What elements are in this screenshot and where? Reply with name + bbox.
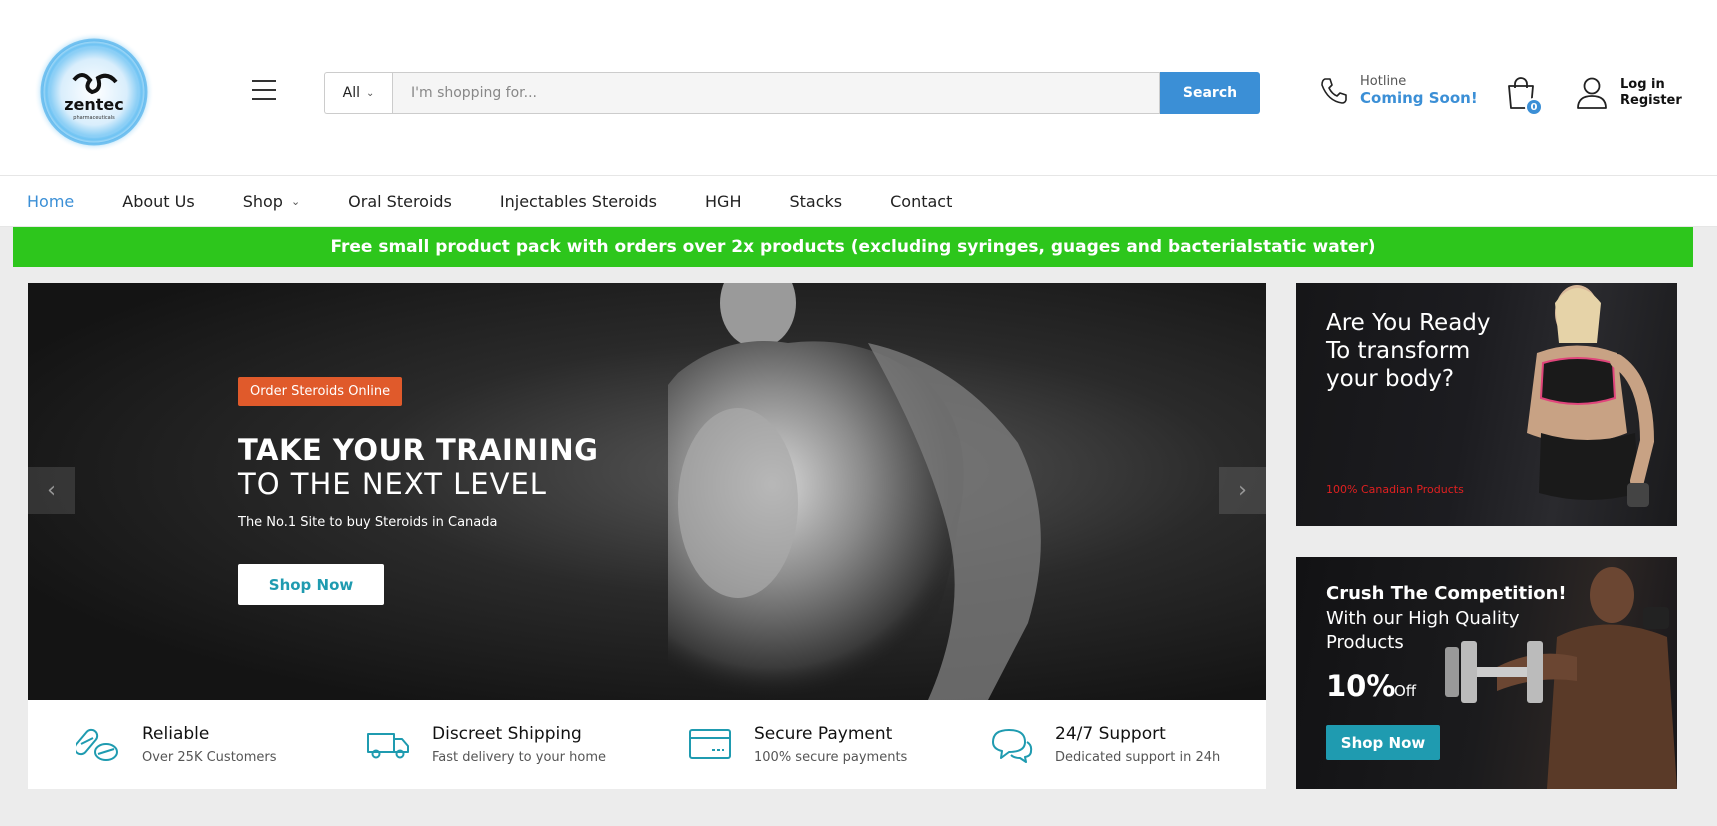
nav-label: Home xyxy=(27,191,75,211)
main-nav: Home About Us Shop ⌄ Oral Steroids Inject… xyxy=(0,175,1717,227)
banner2-shop-now-button[interactable]: Shop Now xyxy=(1326,725,1440,760)
slide-title-line1: TAKE YOUR TRAINING xyxy=(238,433,599,467)
chevron-down-icon: ⌄ xyxy=(290,194,301,208)
user-icon xyxy=(1577,77,1607,109)
feature-title: Secure Payment xyxy=(754,723,893,744)
search-category-select[interactable]: All ⌄ xyxy=(324,72,392,114)
slide-badge: Order Steroids Online xyxy=(238,377,403,406)
banner1-title: Are You Ready To transform your body? xyxy=(1326,310,1491,392)
hero-slider: Order Steroids Online TAKE YOUR TRAINING… xyxy=(28,283,1266,700)
chevron-down-icon: ⌄ xyxy=(365,87,375,99)
feature-desc: Over 25K Customers xyxy=(142,749,277,765)
slider-next-arrow-icon[interactable]: › xyxy=(1219,467,1266,514)
feature-title: Reliable xyxy=(142,723,210,744)
feature-support: 24/7 Support Dedicated support in 24h xyxy=(989,722,1220,766)
nav-item-contact[interactable]: Contact xyxy=(890,192,952,211)
bodybuilder-image xyxy=(668,283,1041,700)
feature-secure-payment: Secure Payment 100% secure payments xyxy=(688,722,907,766)
nav-label: Oral Steroids xyxy=(348,191,452,211)
chat-icon xyxy=(992,729,1033,763)
svg-text:zentec: zentec xyxy=(64,95,124,114)
slide-subtitle: The No.1 Site to buy Steroids in Canada xyxy=(238,515,498,530)
nav-item-hgh[interactable]: HGH xyxy=(705,192,741,211)
nav-item-oral-steroids[interactable]: Oral Steroids xyxy=(348,192,452,211)
nav-item-about-us[interactable]: About Us xyxy=(122,192,194,211)
nav-label: Contact xyxy=(890,191,953,211)
search-input[interactable] xyxy=(392,72,1160,114)
credit-card-icon xyxy=(689,729,731,759)
nav-item-stacks[interactable]: Stacks xyxy=(789,192,842,211)
feature-desc: Dedicated support in 24h xyxy=(1055,749,1221,765)
site-logo[interactable]: zentec pharmaceuticals xyxy=(30,30,160,155)
login-link[interactable]: Log in xyxy=(1620,77,1682,93)
nav-label: HGH xyxy=(705,191,742,211)
nav-item-home[interactable]: Home xyxy=(27,192,74,211)
feature-title: 24/7 Support xyxy=(1055,723,1166,744)
truck-icon xyxy=(367,733,409,759)
menu-hamburger-icon[interactable] xyxy=(252,80,280,102)
banner-transform-body[interactable]: Are You Ready To transform your body? 10… xyxy=(1296,283,1677,526)
banner2-title: Crush The Competition! xyxy=(1326,583,1567,604)
nav-label: Shop xyxy=(242,191,283,211)
nav-label: Stacks xyxy=(789,191,843,211)
hotline: Hotline Coming Soon! xyxy=(1318,74,1478,107)
cart-button[interactable]: 0 xyxy=(1505,76,1543,116)
nav-item-injectables-steroids[interactable]: Injectables Steroids xyxy=(500,192,657,211)
site-header: zentec pharmaceuticals All ⌄ Search Hotl… xyxy=(0,0,1717,175)
register-link[interactable]: Register xyxy=(1620,93,1682,109)
feature-desc: Fast delivery to your home xyxy=(432,749,606,765)
nav-label: About Us xyxy=(122,191,195,211)
slide-shop-now-button[interactable]: Shop Now xyxy=(238,564,384,605)
cart-count-badge: 0 xyxy=(1525,98,1543,116)
feature-title: Discreet Shipping xyxy=(432,723,582,744)
banner2-off: Off xyxy=(1394,682,1417,700)
search-bar: All ⌄ Search xyxy=(324,72,1260,114)
feature-discreet-shipping: Discreet Shipping Fast delivery to your … xyxy=(366,722,606,766)
nav-label: Injectables Steroids xyxy=(499,191,658,211)
hotline-value: Coming Soon! xyxy=(1360,89,1478,107)
svg-text:pharmaceuticals: pharmaceuticals xyxy=(73,115,115,121)
slider-prev-arrow-icon[interactable]: ‹ xyxy=(28,467,75,514)
slide-title-line2: TO THE NEXT LEVEL xyxy=(238,467,547,501)
promo-text: Free small product pack with orders over… xyxy=(330,237,1376,257)
nav-item-shop[interactable]: Shop ⌄ xyxy=(243,192,300,211)
pills-icon xyxy=(76,728,118,761)
search-button[interactable]: Search xyxy=(1160,72,1260,114)
banner1-small-text: 100% Canadian Products xyxy=(1326,483,1464,496)
account-area: Log in Register xyxy=(1576,76,1682,110)
banner-crush-competition[interactable]: Crush The Competition! With our High Qua… xyxy=(1296,557,1677,789)
feature-desc: 100% secure payments xyxy=(754,749,908,765)
feature-reliable: Reliable Over 25K Customers xyxy=(76,722,277,766)
search-category-label: All xyxy=(342,85,360,101)
hotline-label: Hotline xyxy=(1360,74,1407,89)
banner2-subtitle: With our High Quality Products xyxy=(1326,608,1520,653)
features-bar: Reliable Over 25K Customers Discreet Shi… xyxy=(28,700,1266,789)
promo-bar: Free small product pack with orders over… xyxy=(13,227,1693,267)
banner2-percent: 10% xyxy=(1326,669,1396,703)
phone-icon xyxy=(1321,77,1347,104)
